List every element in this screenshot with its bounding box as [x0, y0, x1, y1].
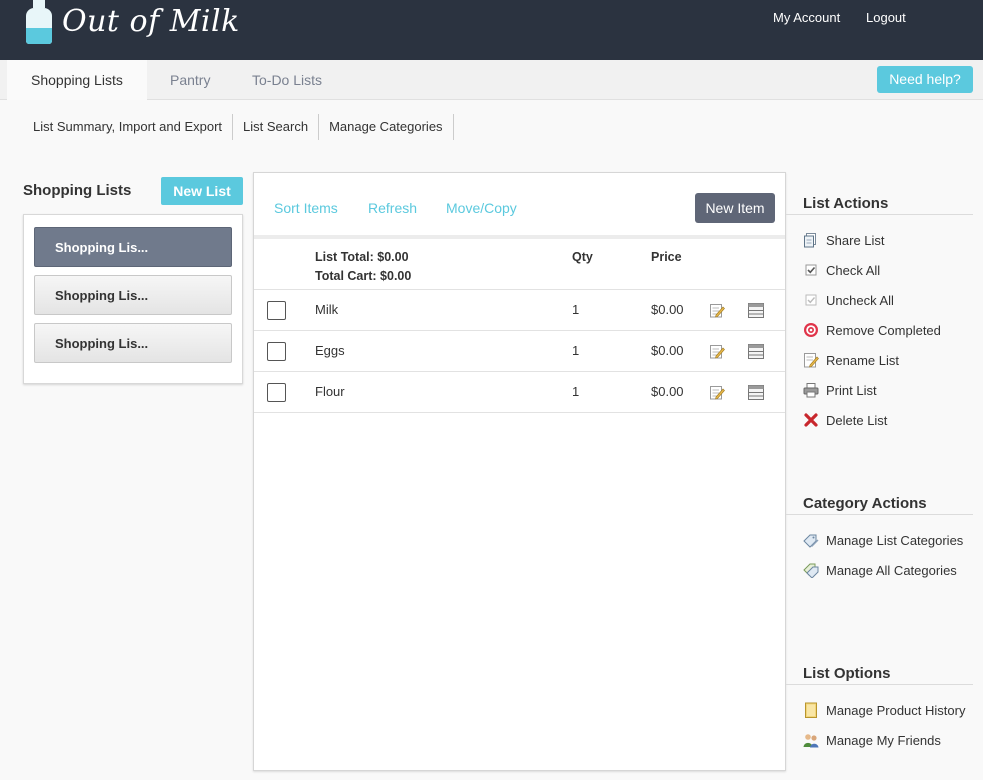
delete-icon: [803, 412, 819, 428]
lists-container: Shopping Lis... Shopping Lis... Shopping…: [23, 214, 243, 384]
shopping-lists-heading: Shopping Lists: [23, 182, 132, 199]
brand-logo[interactable]: Out of Milk: [26, 0, 240, 44]
action-label: Rename List: [826, 352, 899, 368]
new-item-button[interactable]: New Item: [695, 193, 775, 223]
list-item[interactable]: Shopping Lis...: [34, 275, 232, 315]
subnav-list-summary[interactable]: List Summary, Import and Export: [23, 114, 234, 140]
total-cart: Total Cart: $0.00: [315, 269, 412, 283]
action-label: Manage Product History: [826, 702, 966, 718]
brand-name: Out of Milk: [62, 4, 240, 39]
uncheck-all-icon: [803, 292, 819, 308]
check-all-action[interactable]: Check All: [803, 261, 880, 279]
item-qty: 1: [572, 343, 580, 358]
edit-icon[interactable]: [709, 384, 725, 400]
tab-pantry[interactable]: Pantry: [170, 60, 210, 100]
table-row: Eggs 1 $0.00: [254, 331, 785, 372]
list-item[interactable]: Shopping Lis...: [34, 323, 232, 363]
printer-icon: [803, 382, 819, 398]
action-label: Delete List: [826, 412, 888, 428]
rename-icon: [803, 352, 819, 368]
list-panel: Sort Items Refresh Move/Copy New Item Li…: [253, 172, 786, 771]
action-label: Manage List Categories: [826, 532, 964, 548]
category-icon[interactable]: [748, 303, 764, 318]
category-icon[interactable]: [748, 385, 764, 400]
milk-bottle-icon: [26, 0, 52, 44]
move-copy-link[interactable]: Move/Copy: [446, 200, 517, 216]
divider: [786, 514, 973, 515]
logout-link[interactable]: Logout: [866, 10, 906, 25]
new-list-button[interactable]: New List: [161, 177, 243, 205]
history-icon: [803, 702, 819, 718]
action-label: Remove Completed: [826, 322, 941, 338]
main-tabs: Shopping Lists Pantry To-Do Lists Need h…: [0, 60, 983, 100]
table-header: List Total: $0.00 Total Cart: $0.00 Qty …: [254, 243, 785, 290]
edit-icon[interactable]: [709, 343, 725, 359]
table-row: Milk 1 $0.00: [254, 290, 785, 331]
item-name[interactable]: Milk: [315, 302, 338, 317]
manage-all-categories-action[interactable]: Manage All Categories: [803, 561, 957, 579]
list-item[interactable]: Shopping Lis...: [34, 227, 232, 267]
divider: [786, 684, 973, 685]
tab-shopping-lists[interactable]: Shopping Lists: [7, 60, 147, 100]
action-label: Manage All Categories: [826, 562, 957, 578]
item-price: $0.00: [651, 384, 684, 399]
manage-list-categories-action[interactable]: Manage List Categories: [803, 531, 963, 549]
print-list-action[interactable]: Print List: [803, 381, 877, 399]
check-all-icon: [803, 262, 819, 278]
item-price: $0.00: [651, 343, 684, 358]
uncheck-all-action[interactable]: Uncheck All: [803, 291, 894, 309]
friends-icon: [803, 732, 819, 748]
tab-todo-lists[interactable]: To-Do Lists: [252, 60, 322, 100]
table-row: Flour 1 $0.00: [254, 372, 785, 413]
divider: [786, 214, 973, 215]
tag-edit-icon: [803, 532, 819, 548]
remove-completed-action[interactable]: Remove Completed: [803, 321, 941, 339]
list-actions-heading: List Actions: [803, 195, 889, 212]
top-header: Out of Milk My Account Logout: [0, 0, 983, 60]
edit-icon[interactable]: [709, 302, 725, 318]
my-account-link[interactable]: My Account: [773, 10, 840, 25]
action-label: Uncheck All: [826, 292, 894, 308]
refresh-link[interactable]: Refresh: [368, 200, 417, 216]
item-name[interactable]: Eggs: [315, 343, 345, 358]
need-help-button[interactable]: Need help?: [877, 66, 973, 93]
sort-items-link[interactable]: Sort Items: [274, 200, 338, 216]
category-icon[interactable]: [748, 344, 764, 359]
share-icon: [803, 232, 819, 248]
delete-list-action[interactable]: Delete List: [803, 411, 887, 429]
list-options-heading: List Options: [803, 665, 891, 682]
action-label: Check All: [826, 262, 881, 278]
list-toolbar: Sort Items Refresh Move/Copy New Item: [254, 173, 785, 239]
item-name[interactable]: Flour: [315, 384, 345, 399]
share-list-action[interactable]: Share List: [803, 231, 885, 249]
action-label: Share List: [826, 232, 885, 248]
sub-navigation: List Summary, Import and Export List Sea…: [23, 114, 454, 140]
tags-icon: [803, 562, 819, 578]
item-checkbox[interactable]: [267, 383, 286, 402]
item-checkbox[interactable]: [267, 342, 286, 361]
item-qty: 1: [572, 302, 580, 317]
rename-list-action[interactable]: Rename List: [803, 351, 899, 369]
item-checkbox[interactable]: [267, 301, 286, 320]
category-actions-heading: Category Actions: [803, 495, 927, 512]
item-qty: 1: [572, 384, 580, 399]
subnav-manage-categories[interactable]: Manage Categories: [319, 114, 454, 140]
action-label: Manage My Friends: [826, 732, 941, 748]
target-icon: [803, 322, 819, 338]
item-price: $0.00: [651, 302, 684, 317]
price-column-header: Price: [651, 250, 682, 264]
action-label: Print List: [826, 382, 877, 398]
qty-column-header: Qty: [572, 250, 593, 264]
manage-my-friends-action[interactable]: Manage My Friends: [803, 731, 941, 749]
subnav-list-search[interactable]: List Search: [233, 114, 320, 140]
manage-product-history-action[interactable]: Manage Product History: [803, 701, 965, 719]
list-total: List Total: $0.00: [315, 250, 409, 264]
